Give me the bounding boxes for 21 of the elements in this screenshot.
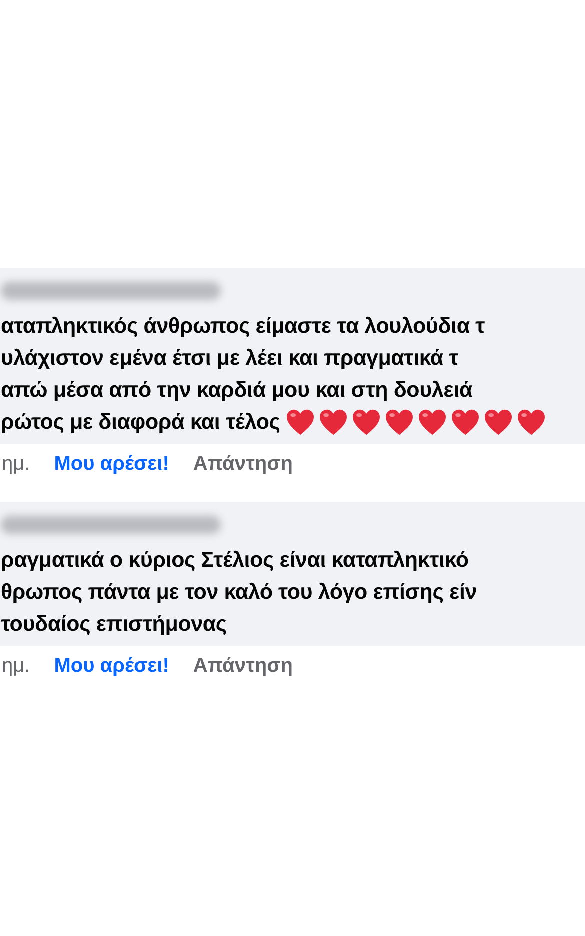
reply-button[interactable]: Απάντηση (193, 450, 294, 478)
comment-time: ημ. (2, 654, 30, 679)
heart-icon (451, 408, 480, 436)
heart-icon (286, 408, 316, 436)
like-button[interactable]: Μου αρέσει! (54, 652, 170, 680)
heart-icon (352, 408, 382, 436)
comment-text: θρωπος πάντα με τον καλό του λόγο επίσης είν (1, 580, 478, 604)
heart-icon (319, 408, 348, 436)
comment-text: ρώτος με διαφορά και τέλος (1, 409, 280, 436)
comment-text: ραγματικά ο κύριος Στέλιος είναι καταπληκτικό (1, 548, 469, 572)
heart-icon (385, 408, 414, 436)
comment-text: αταπληκτικός άνθρωπος είμαστε τα λουλούδια τ (1, 314, 486, 338)
heart-icon (418, 408, 448, 436)
comment-time: ημ. (2, 452, 30, 477)
reply-button[interactable]: Απάντηση (193, 652, 294, 680)
comment-text: υλάχιστον εμένα έτσι με λέει και πραγματικά τ (1, 346, 459, 370)
comment-text: απώ μέσα από την καρδιά μου και στη δουλειά (1, 378, 472, 402)
heart-icon (517, 408, 546, 436)
like-button[interactable]: Μου αρέσει! (54, 450, 170, 478)
comment-text: τουδαίος επιστήμονας (1, 612, 227, 636)
heart-icon (484, 408, 514, 436)
